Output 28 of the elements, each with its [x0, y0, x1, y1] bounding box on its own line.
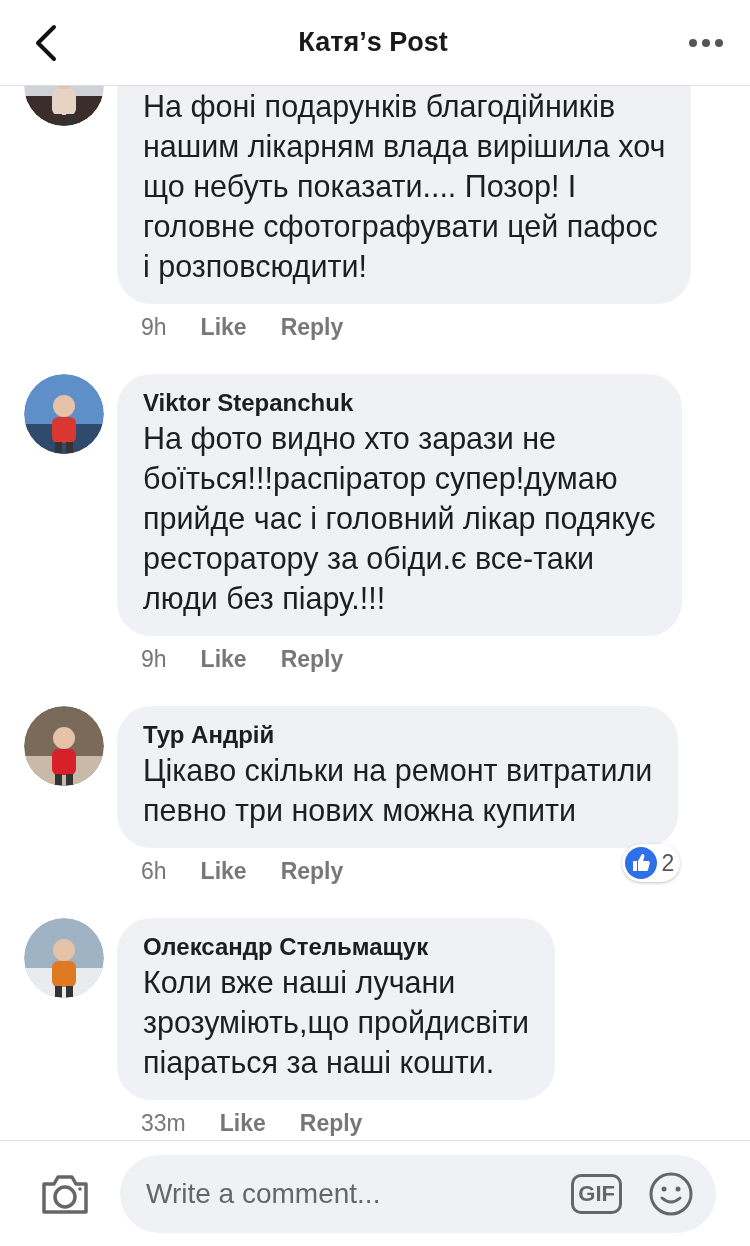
reaction-count: 2	[661, 849, 675, 877]
comment-time: 33m	[141, 1109, 186, 1138]
like-link[interactable]: Like	[200, 644, 247, 674]
like-link[interactable]: Like	[200, 856, 247, 886]
like-link[interactable]: Like	[219, 1108, 266, 1138]
comment-time: 6h	[141, 857, 167, 886]
thumbs-up-icon	[625, 847, 658, 879]
like-link[interactable]: Like	[200, 312, 247, 342]
more-icon[interactable]	[688, 37, 724, 48]
comment-author[interactable]: Олександр Стельмащук	[143, 932, 530, 962]
comment-text: Цікаво скільки на ремонт витратили певно три нових можна купити	[143, 752, 653, 830]
reply-link[interactable]: Reply	[280, 312, 344, 342]
comment-time: 9h	[141, 645, 167, 674]
smiley-icon[interactable]	[648, 1170, 694, 1217]
back-icon[interactable]	[34, 22, 58, 63]
reaction-badge[interactable]: 2	[622, 844, 681, 882]
reply-link[interactable]: Reply	[280, 856, 344, 886]
reply-link[interactable]: Reply	[299, 1108, 363, 1138]
comment-time: 9h	[141, 313, 167, 342]
comment-text: На фоні подарунків благодійників нашим лікарням влада вирішила хоч що небуть показати.... Позор! І головне сфотографувати цей пафос і розповсюдити!	[143, 88, 666, 286]
gif-button[interactable]: GIF	[571, 1173, 622, 1214]
comment-author[interactable]: Viktor Stepanchuk	[143, 388, 656, 418]
comment-text: Коли вже наші лучани зрозуміють,що пройдисвіти піараться за наші кошти.	[143, 964, 530, 1082]
reply-link[interactable]: Reply	[280, 644, 344, 674]
post-title: Катя’s Post	[298, 27, 448, 58]
comment-author[interactable]: Тур Андрій	[143, 720, 653, 750]
comment-field[interactable]: Write a comment... GIF	[120, 1154, 716, 1233]
comment-text: На фото видно хто зарази не боїться!!!распіратор супер!думаю прийде час і головний лікар подякує ресторатору за обіди.є все-таки люди без піару.!!!	[143, 420, 656, 618]
